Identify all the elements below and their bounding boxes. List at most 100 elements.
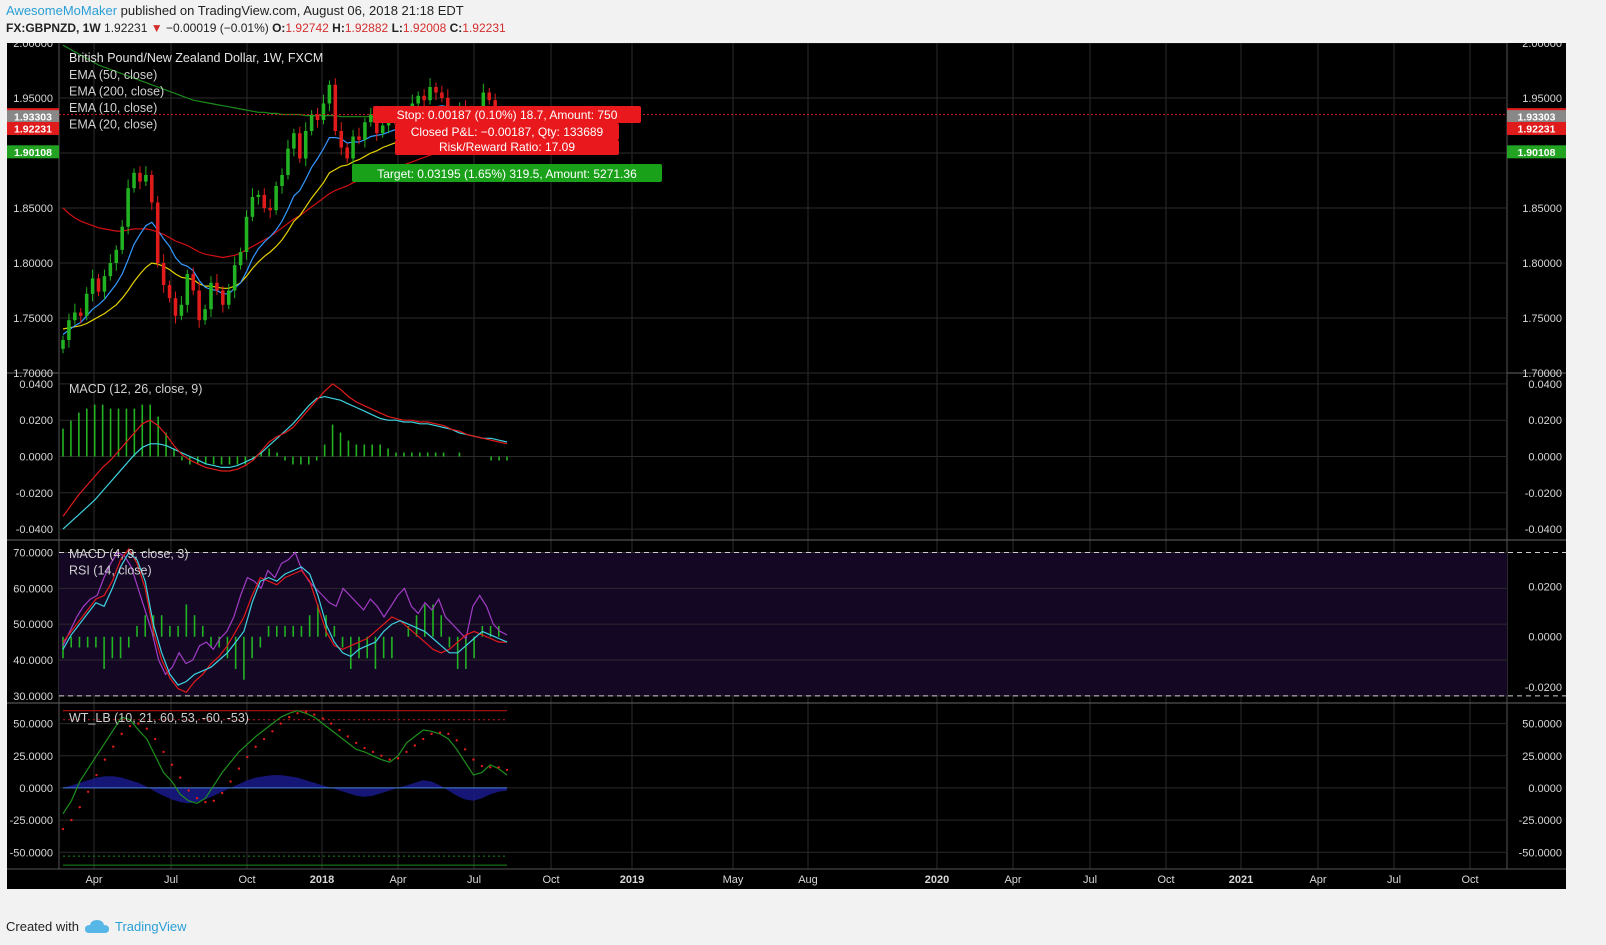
y-tick-label-right: 0.0000: [1528, 452, 1562, 464]
y-tick-label-right: 2.00000: [1522, 43, 1562, 50]
y-tick-label-left: 0.0000: [19, 783, 53, 795]
chart-canvas[interactable]: Apr Jul Oct 2018 Apr Jul Oct 2019 May Aug 2020 Apr J…: [7, 43, 1566, 889]
target-label-text: Target: 0.03195 (1.65%) 319.5, Amount: 5…: [377, 167, 637, 181]
x-tick-label: Apr: [1309, 874, 1326, 886]
rsi-right-tick-label: 0.0200: [1528, 582, 1562, 594]
candle-body: [108, 263, 113, 277]
rsi-legend-item: MACD (4, 9, close, 3): [69, 547, 188, 561]
author-link[interactable]: AwesomeMoMaker: [6, 3, 117, 18]
x-tick-label: Jul: [467, 874, 481, 886]
price-pane-title: British Pound/New Zealand Dollar, 1W, FX…: [69, 51, 323, 65]
candle-body: [303, 131, 308, 159]
y-tick-label-right: 0.0400: [1528, 379, 1562, 391]
wt2-dot: [363, 746, 366, 750]
candle-body: [274, 186, 278, 211]
price-tag-left-label: 1.90108: [14, 147, 52, 159]
candle-body: [357, 136, 361, 140]
candle-body: [120, 226, 124, 250]
y-tick-label-right: 1.95000: [1522, 93, 1562, 105]
stop-label-text: Stop: 0.00187 (0.10%) 18.7, Amount: 750: [397, 108, 618, 122]
candle-body: [440, 92, 444, 98]
candle-body: [434, 87, 438, 93]
wt2-dot: [237, 767, 241, 770]
candle-body: [298, 133, 302, 159]
candle-body: [185, 274, 190, 305]
wt2-dot: [153, 737, 157, 741]
candle-body: [73, 312, 77, 321]
price-legend-item: EMA (200, close): [69, 85, 164, 99]
candle-body: [90, 278, 95, 294]
wt2-dot: [162, 750, 165, 754]
tradingview-link[interactable]: TradingView: [115, 919, 187, 934]
y-tick-label-left: 50.0000: [13, 719, 53, 731]
candle-body: [250, 197, 255, 217]
wt2-dot: [438, 731, 442, 734]
candle-body: [232, 265, 237, 291]
y-tick-label-right: 0.0200: [1528, 415, 1562, 427]
candle-body: [102, 276, 107, 292]
x-tick-label: 2020: [925, 874, 949, 886]
x-tick-label: Apr: [389, 874, 406, 886]
x-tick-label: Oct: [238, 874, 255, 886]
low-label: L:: [391, 21, 403, 35]
candle-body: [197, 290, 201, 321]
open-value: 1.92742: [285, 21, 329, 35]
y-tick-label-right: -0.0400: [1525, 524, 1562, 536]
y-tick-label-left: -50.0000: [10, 847, 53, 859]
wt2-dot: [405, 750, 408, 754]
wt2-dot: [120, 732, 123, 736]
price-change: −0.00019 (−0.01%): [165, 21, 269, 35]
candle-body: [256, 194, 261, 197]
y-tick-label-right: 0.0000: [1528, 783, 1562, 795]
wt2-dot: [472, 758, 475, 761]
candle-body: [191, 274, 196, 291]
candle-body: [78, 312, 83, 316]
y-tick-label-left: 1.80000: [13, 258, 53, 270]
price-tag-left-label: 1.92231: [14, 123, 52, 135]
wt2-dot: [287, 715, 291, 719]
x-tick-label: Apr: [85, 874, 102, 886]
down-arrow-icon: ▼: [150, 21, 163, 35]
y-tick-label-left: 2.00000: [13, 43, 53, 50]
candle-body: [179, 304, 184, 316]
wt2-dot: [321, 717, 324, 720]
candle-body: [292, 133, 296, 149]
y-tick-label-left: 0.0000: [19, 452, 53, 464]
wt2-dot: [396, 757, 400, 760]
wt2-dot: [145, 727, 148, 730]
candle-body: [167, 285, 172, 299]
candle-body: [309, 114, 314, 131]
x-tick-label: Jul: [164, 874, 178, 886]
closed-pnl-label-text: Closed P&L: −0.00187, Qty: 133689: [411, 125, 604, 139]
candle-body: [286, 148, 290, 175]
wt2-dot: [128, 724, 132, 728]
candle-body: [114, 249, 119, 263]
wt2-dot: [262, 737, 266, 741]
candle-body: [215, 282, 219, 291]
candle-body: [96, 278, 101, 292]
candle-body: [84, 293, 89, 316]
footer: Created with TradingView: [6, 919, 187, 934]
last-price: 1.92231: [104, 21, 148, 35]
candle-body: [226, 290, 231, 305]
rsi-tick-label: 40.0000: [13, 655, 53, 667]
rsi-right-tick-label: -0.0200: [1525, 682, 1562, 694]
wt2-dot: [70, 818, 73, 822]
rsi-tick-label: 50.0000: [13, 619, 53, 631]
wt2-dot: [304, 710, 308, 714]
high-label: H:: [332, 21, 345, 35]
wt2-dot: [254, 745, 257, 748]
wt2-dot: [338, 728, 341, 732]
y-tick-label-left: 25.0000: [13, 751, 53, 763]
wt2-dot: [112, 745, 115, 748]
y-tick-label-right: -0.0200: [1525, 488, 1562, 500]
wt2-dot: [422, 737, 425, 741]
candle-body: [487, 92, 492, 101]
y-tick-label-left: 0.0200: [19, 415, 53, 427]
symbol-name: FX:GBPNZD, 1W: [6, 21, 101, 35]
price-tag-right-label: 1.93303: [1518, 112, 1556, 124]
price-tag-left-label: 1.93303: [14, 112, 52, 124]
candle-body: [345, 147, 349, 159]
y-tick-label-right: 1.75000: [1522, 313, 1562, 325]
candle-body: [209, 282, 213, 310]
